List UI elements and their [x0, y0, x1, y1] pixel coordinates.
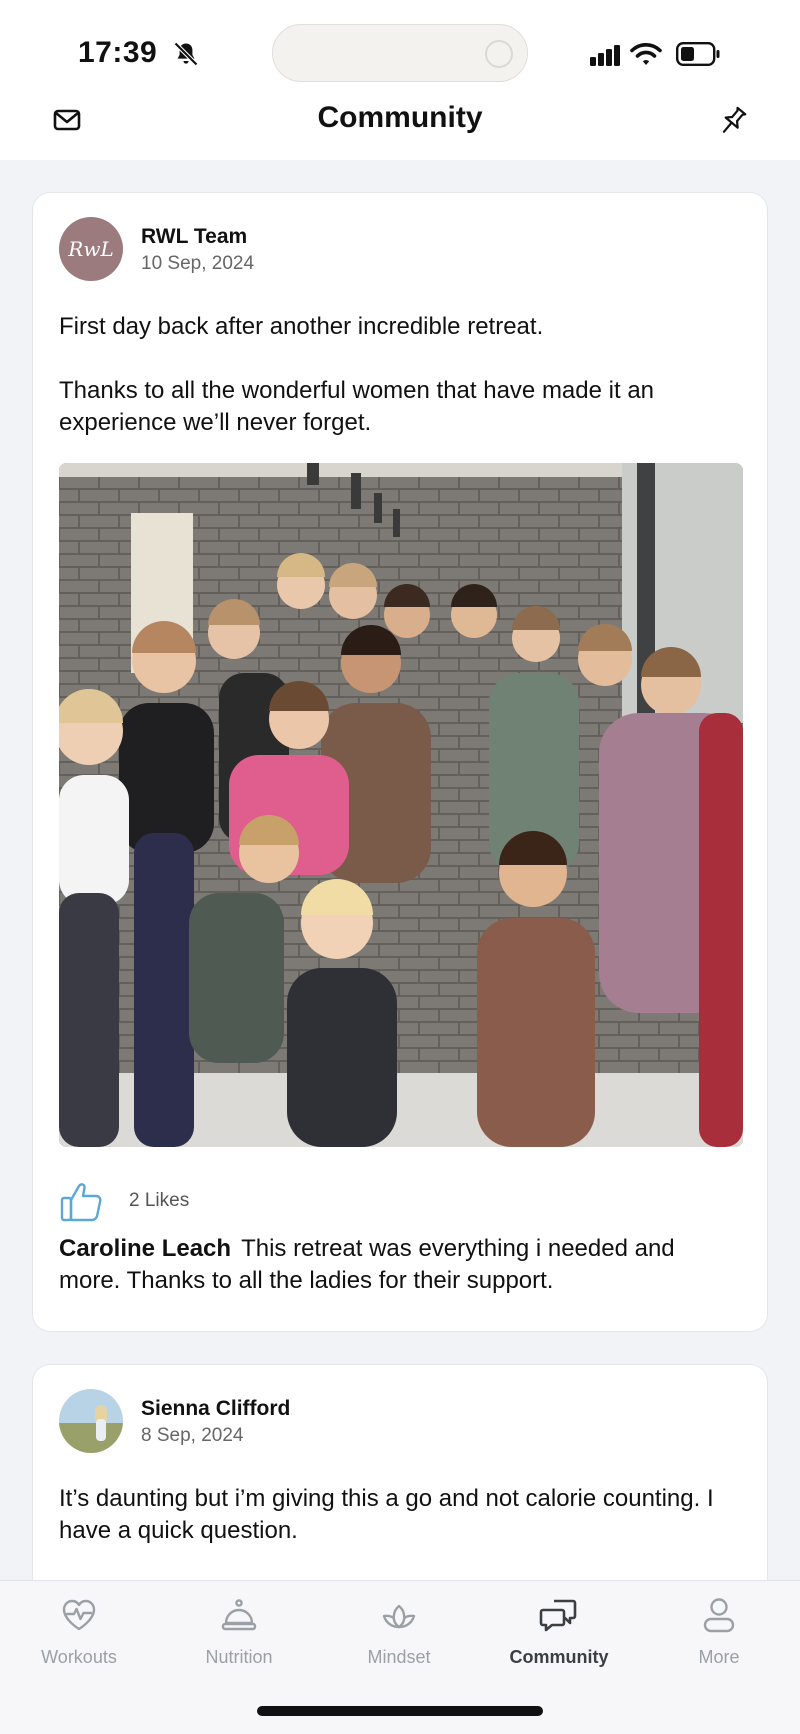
tab-workouts[interactable]: Workouts	[9, 1595, 149, 1685]
avatar-monogram: RwL	[68, 237, 114, 261]
comment: Caroline Leach This retreat was everythin…	[59, 1233, 741, 1297]
page-title: Community	[317, 101, 483, 134]
tab-community[interactable]: Community	[489, 1595, 629, 1685]
wifi-icon	[630, 43, 662, 65]
heart-pulse-icon	[62, 1599, 96, 1631]
avatar-photo	[59, 1389, 123, 1453]
comment-author[interactable]: Caroline Leach	[59, 1235, 231, 1262]
tab-label: Mindset	[367, 1647, 431, 1667]
dynamic-island	[272, 24, 528, 82]
thumbs-up-icon[interactable]	[59, 1178, 105, 1224]
status-time: 17:39	[78, 36, 158, 69]
home-indicator	[257, 1706, 543, 1716]
signal-icon	[590, 45, 620, 66]
bell-slash-icon	[174, 42, 198, 66]
post-card[interactable]: Sienna Clifford 8 Sep, 2024 It’s dauntin…	[32, 1364, 768, 1580]
pin-icon[interactable]	[716, 104, 750, 138]
chat-bubbles-icon	[539, 1599, 577, 1632]
likes-count[interactable]: 2 Likes	[129, 1190, 189, 1212]
post-paragraph: Thanks to all the wonderful women that h…	[59, 377, 655, 436]
battery-icon	[676, 42, 720, 66]
tab-label: More	[698, 1647, 740, 1667]
bell-cloche-icon	[221, 1599, 257, 1631]
avatar[interactable]	[59, 1389, 123, 1453]
post-card[interactable]: RwL RWL Team 10 Sep, 2024 First day back…	[32, 192, 768, 1332]
app-header: Community	[0, 95, 800, 160]
tab-more[interactable]: More	[649, 1595, 789, 1685]
post-author[interactable]: Sienna Clifford	[141, 1397, 290, 1421]
tab-label: Nutrition	[205, 1647, 273, 1667]
post-paragraph: First day back after another incredible …	[59, 313, 544, 340]
status-bar: 17:39	[0, 0, 800, 95]
tab-mindset[interactable]: Mindset	[329, 1595, 469, 1685]
tab-label: Community	[509, 1647, 609, 1667]
post-author[interactable]: RWL Team	[141, 225, 247, 249]
tab-bar: Workouts Nutrition Mindset Community Mor…	[0, 1580, 800, 1734]
community-feed[interactable]: RwL RWL Team 10 Sep, 2024 First day back…	[0, 160, 800, 1580]
person-icon	[703, 1598, 735, 1633]
post-date: 10 Sep, 2024	[141, 253, 255, 274]
post-paragraph: It’s daunting but i’m giving this a go a…	[59, 1485, 714, 1544]
post-date: 8 Sep, 2024	[141, 1425, 244, 1446]
tab-nutrition[interactable]: Nutrition	[169, 1595, 309, 1685]
post-photo[interactable]	[59, 463, 743, 1147]
avatar[interactable]: RwL	[59, 217, 123, 281]
group-photo-illustration	[59, 463, 743, 1147]
camera-dot	[485, 40, 513, 68]
lotus-icon	[382, 1604, 416, 1629]
tab-label: Workouts	[41, 1647, 117, 1667]
